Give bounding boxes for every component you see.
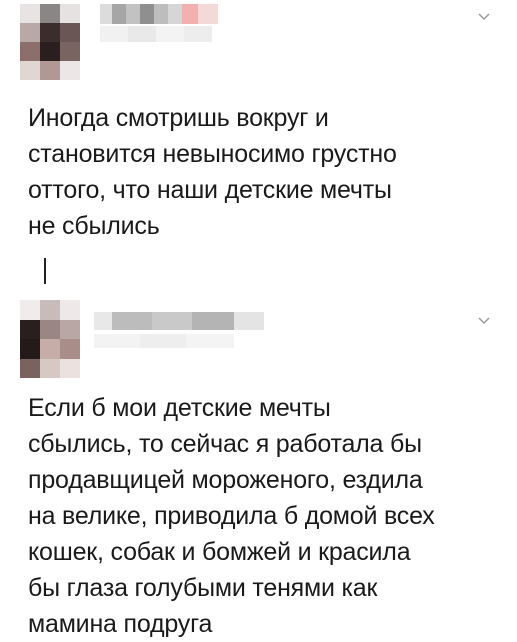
author-handle: [100, 26, 212, 42]
post-text-line: сбылись, то сейчас я работала бы: [28, 430, 422, 458]
author-name[interactable]: [100, 4, 218, 24]
post-text-line: бы глаза голубыми тенями как: [28, 574, 378, 602]
author-handle: [94, 334, 234, 348]
post-text-line: мамина подруга: [28, 610, 213, 638]
post-text-line: кошек, собак и бомжей и красила: [28, 538, 411, 566]
post-text-line: оттого, что наши детские мечты: [28, 176, 392, 204]
post-text-line: Если б мои детские мечты: [28, 394, 331, 422]
post-text: Иногда смотришь вокруг и становится невы…: [28, 100, 498, 244]
chevron-down-icon[interactable]: [477, 10, 491, 24]
thread-connector-line: [44, 258, 46, 284]
post-text-line: продавщицей мороженого, ездила: [28, 466, 423, 494]
post-text: Если б мои детские мечты сбылись, то сей…: [28, 390, 498, 642]
post-text-line: на велике, приводила б домой всех: [28, 502, 435, 530]
author-name[interactable]: [94, 312, 264, 330]
chevron-down-icon[interactable]: [477, 314, 491, 328]
post-text-line: становится невыносимо грустно: [28, 140, 397, 168]
avatar[interactable]: [20, 300, 80, 378]
post-text-line: Иногда смотришь вокруг и: [28, 104, 329, 132]
avatar[interactable]: [20, 4, 80, 80]
post-text-line: не сбылись: [28, 212, 160, 240]
